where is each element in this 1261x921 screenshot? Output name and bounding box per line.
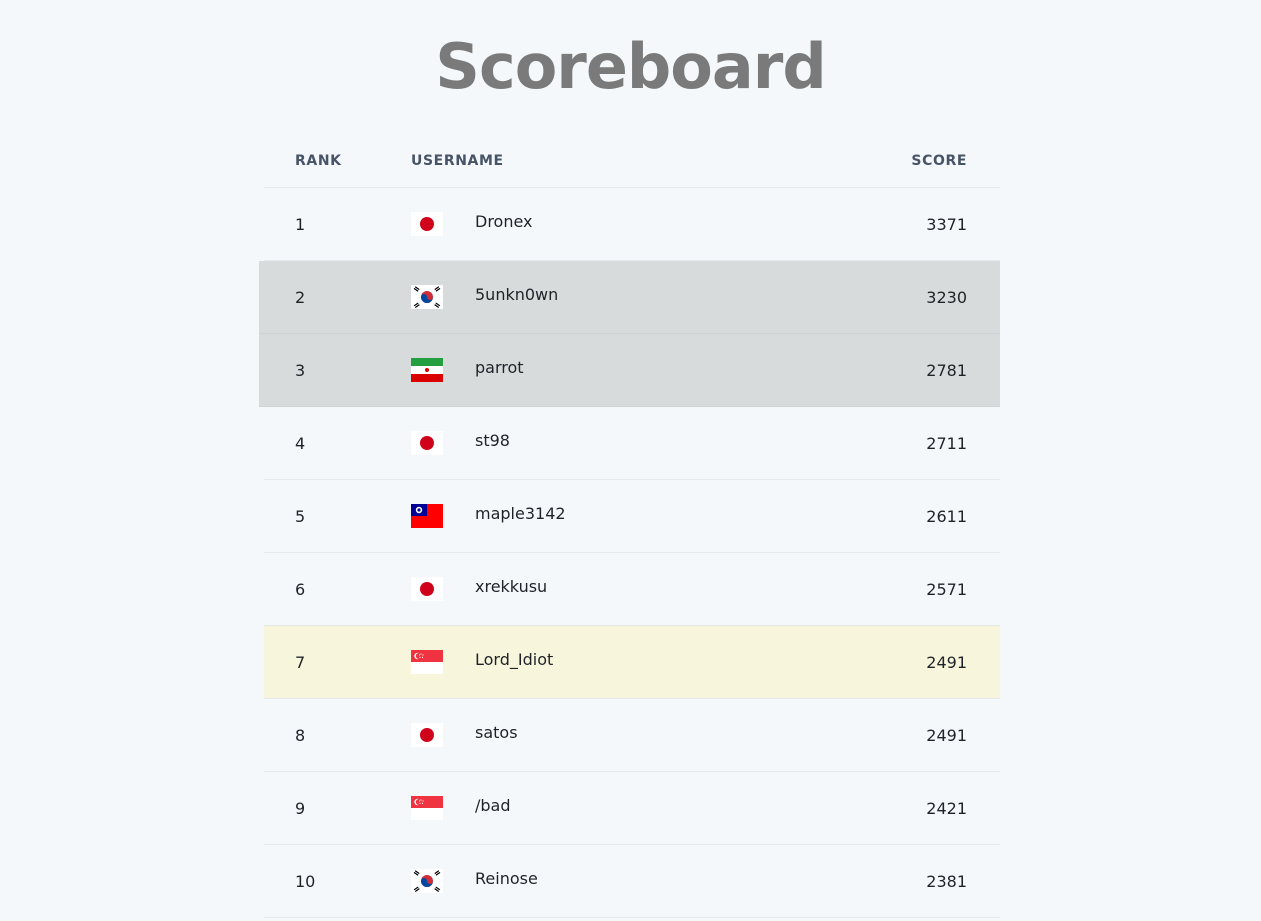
username-link[interactable]: Reinose <box>475 869 538 888</box>
rank-cell: 7 <box>295 653 306 672</box>
score-cell: 3371 <box>926 215 967 234</box>
username-link[interactable]: st98 <box>475 431 510 450</box>
score-cell: 2711 <box>926 434 967 453</box>
rank-column-header[interactable]: RANK <box>295 153 342 169</box>
table-row[interactable]: 10 Reinose 2381 <box>264 845 1000 918</box>
username-link[interactable]: 5unkn0wn <box>475 285 558 304</box>
score-cell: 2381 <box>926 872 967 891</box>
username-link[interactable]: /bad <box>475 796 511 815</box>
score-cell: 2491 <box>926 653 967 672</box>
username-link[interactable]: Lord_Idiot <box>475 650 553 669</box>
score-cell: 2491 <box>926 726 967 745</box>
score-column-header[interactable]: SCORE <box>911 153 967 169</box>
rank-cell: 10 <box>295 872 316 891</box>
username-link[interactable]: Dronex <box>475 212 533 231</box>
table-row[interactable]: 6 xrekkusu 2571 <box>264 553 1000 626</box>
japan-flag-icon <box>411 431 443 455</box>
rank-cell: 3 <box>295 361 306 380</box>
score-cell: 3230 <box>926 288 967 307</box>
singapore-flag-icon <box>411 796 443 820</box>
username-link[interactable]: xrekkusu <box>475 577 547 596</box>
table-header: RANK USERNAME SCORE <box>264 138 1000 188</box>
table-row[interactable]: 1 Dronex 3371 <box>264 188 1000 261</box>
scoreboard-table: RANK USERNAME SCORE 1 Dronex 3371 2 5unk… <box>259 138 1000 918</box>
rank-cell: 6 <box>295 580 306 599</box>
japan-flag-icon <box>411 723 443 747</box>
table-row[interactable]: 8 satos 2491 <box>264 699 1000 772</box>
south-korea-flag-icon <box>411 869 443 893</box>
table-row[interactable]: 5 maple3142 2611 <box>264 480 1000 553</box>
username-link[interactable]: maple3142 <box>475 504 566 523</box>
score-cell: 2421 <box>926 799 967 818</box>
score-cell: 2781 <box>926 361 967 380</box>
score-cell: 2571 <box>926 580 967 599</box>
table-row[interactable]: 7 Lord_Idiot 2491 <box>264 626 1000 699</box>
singapore-flag-icon <box>411 650 443 674</box>
taiwan-flag-icon <box>411 504 443 528</box>
username-link[interactable]: satos <box>475 723 518 742</box>
page-title: Scoreboard <box>435 30 826 103</box>
rank-cell: 1 <box>295 215 306 234</box>
rank-cell: 9 <box>295 799 306 818</box>
rank-cell: 8 <box>295 726 306 745</box>
score-cell: 2611 <box>926 507 967 526</box>
username-link[interactable]: parrot <box>475 358 524 377</box>
rank-cell: 5 <box>295 507 306 526</box>
japan-flag-icon <box>411 577 443 601</box>
table-row[interactable]: 3 parrot 2781 <box>259 334 1000 407</box>
iran-flag-icon <box>411 358 443 382</box>
username-column-header[interactable]: USERNAME <box>411 153 504 169</box>
table-row[interactable]: 4 st98 2711 <box>264 407 1000 480</box>
rank-cell: 2 <box>295 288 306 307</box>
south-korea-flag-icon <box>411 285 443 309</box>
japan-flag-icon <box>411 212 443 236</box>
table-row[interactable]: 9 /bad 2421 <box>264 772 1000 845</box>
table-row[interactable]: 2 5unkn0wn 3230 <box>259 261 1000 334</box>
rank-cell: 4 <box>295 434 306 453</box>
